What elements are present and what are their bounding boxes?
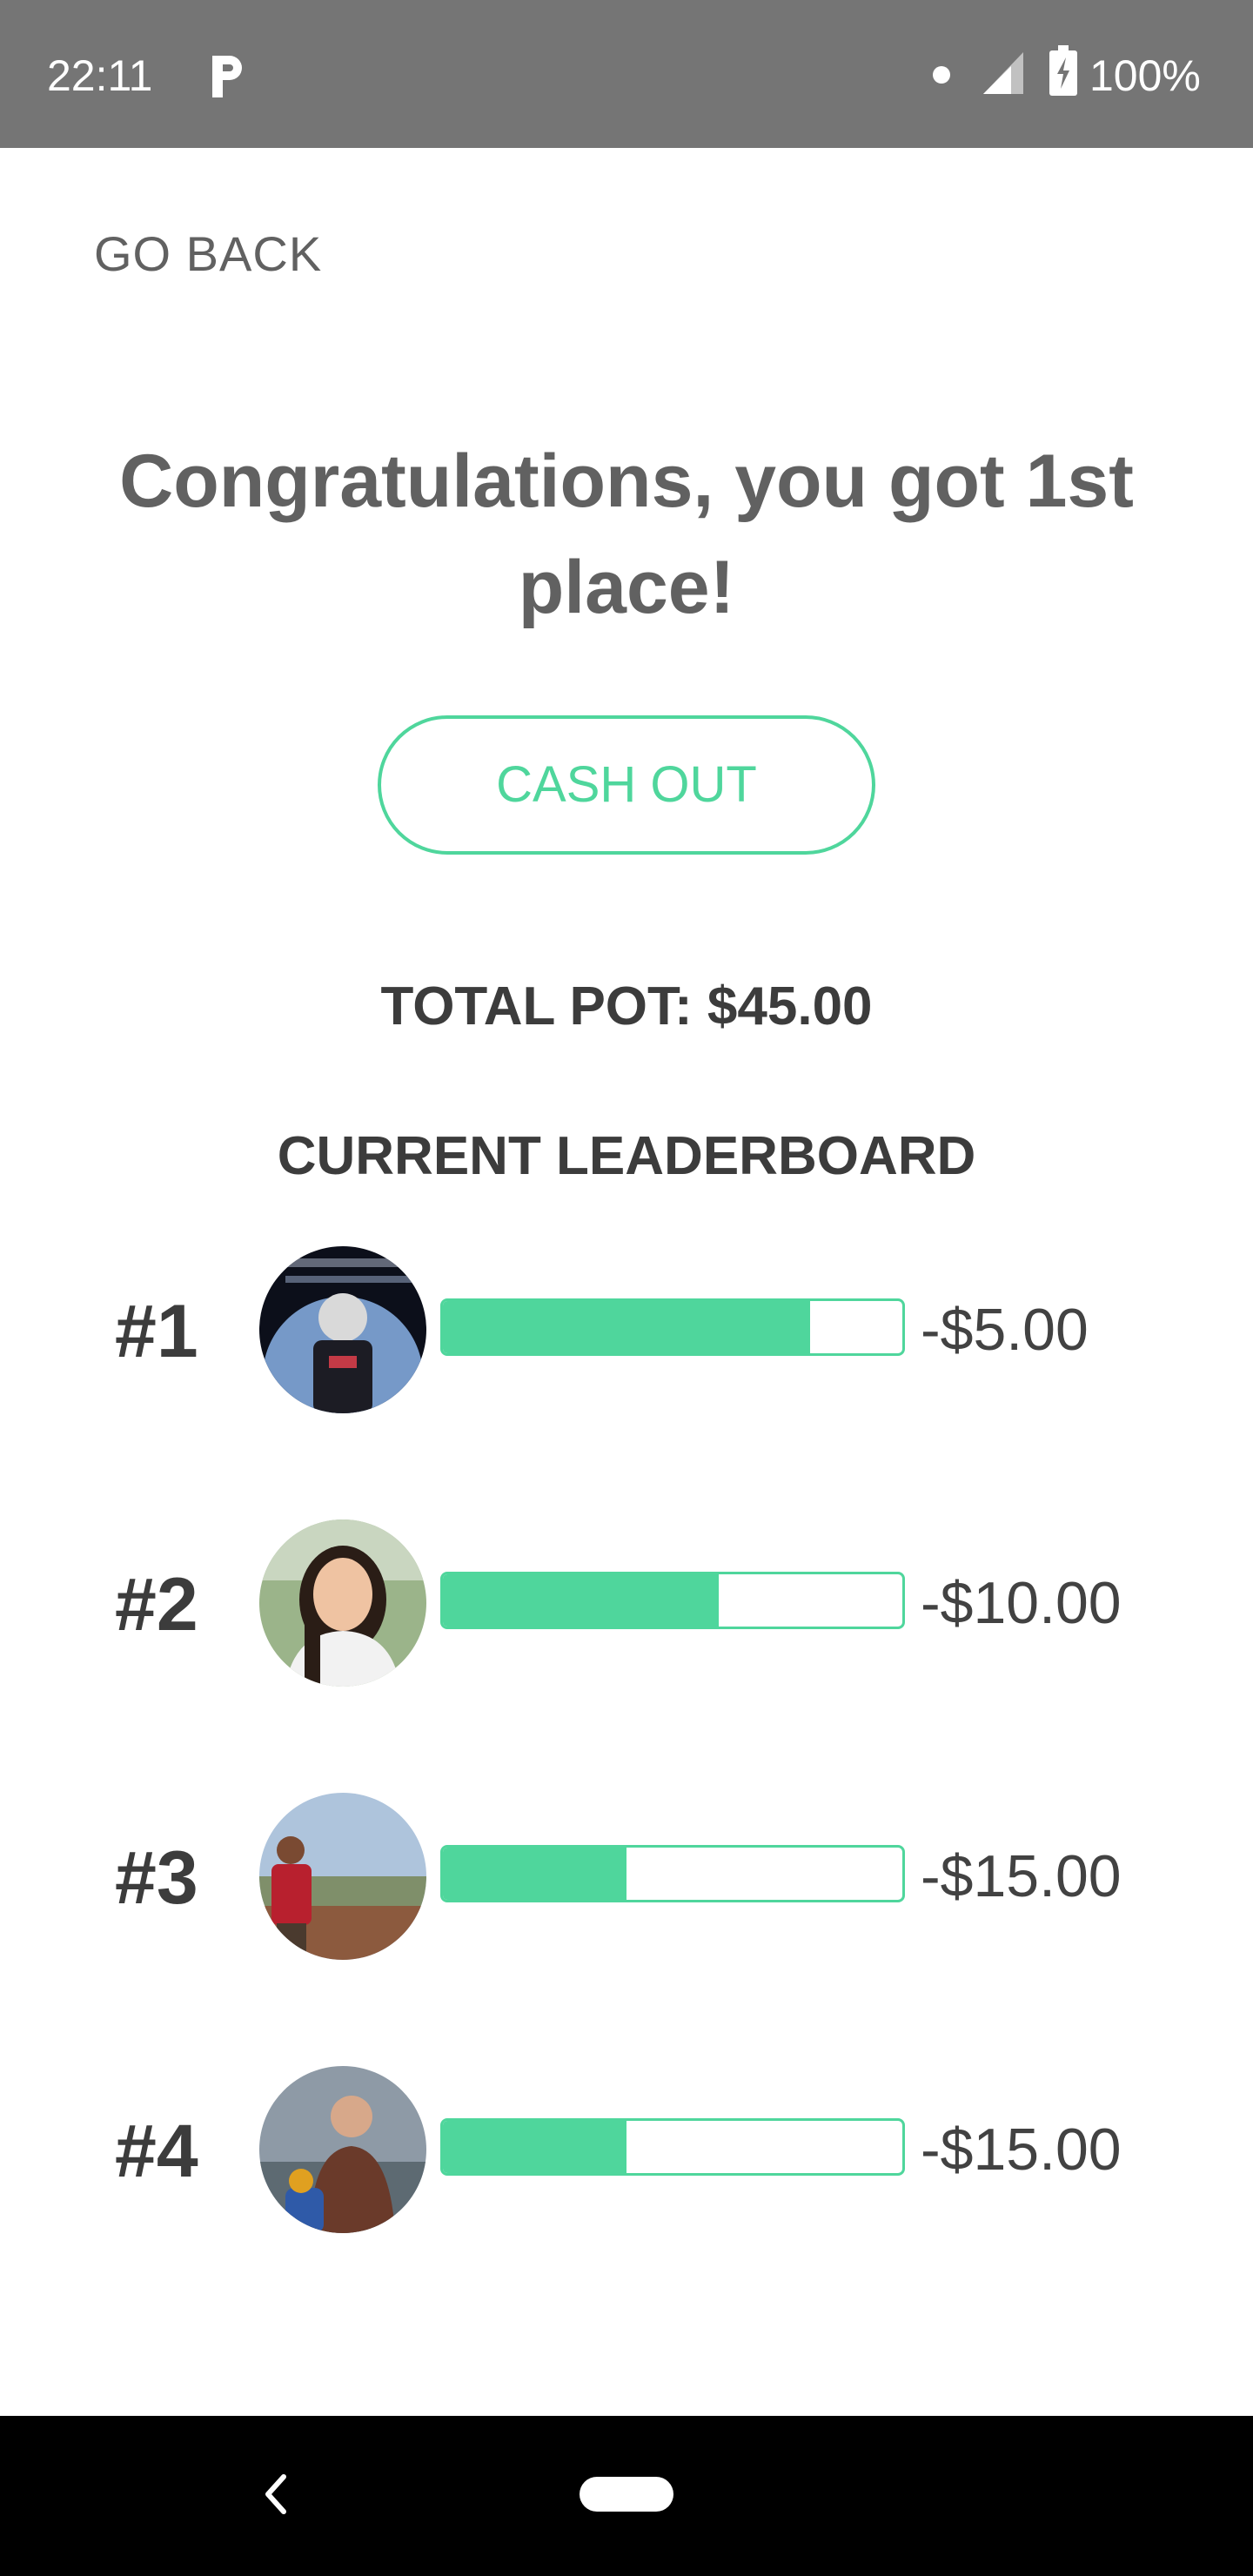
progress-fill [443, 2121, 627, 2173]
avatar [259, 1793, 426, 1960]
progress-bar [440, 1845, 905, 1902]
progress-fill [443, 1574, 719, 1627]
battery-percent: 100% [1089, 51, 1201, 100]
leaderboard-row: #3 -$15.00 [0, 1789, 1253, 1963]
notification-dot-icon [933, 66, 950, 84]
battery-charging-icon [1049, 45, 1077, 96]
amount-label: -$10.00 [921, 1570, 1122, 1636]
p-letter-icon [212, 56, 242, 97]
home-pill-icon[interactable] [580, 2477, 673, 2512]
leaderboard-title: CURRENT LEADERBOARD [277, 1126, 976, 1186]
rank-label: #2 [115, 1563, 198, 1647]
cell-signal-icon [983, 52, 1023, 94]
leaderboard-row: #2 -$10.00 [0, 1516, 1253, 1690]
progress-bar [440, 1298, 905, 1356]
amount-label: -$15.00 [921, 1843, 1122, 1909]
leaderboard-row: #4 -$15.00 [0, 2063, 1253, 2237]
progress-fill [443, 1301, 811, 1353]
amount-label: -$5.00 [921, 1297, 1089, 1363]
avatar [259, 2066, 426, 2233]
rank-label: #1 [115, 1290, 198, 1373]
go-back-button[interactable]: GO BACK [94, 219, 322, 289]
rank-label: #3 [115, 1836, 198, 1920]
status-bar: 22:11 100% [0, 0, 1253, 148]
system-nav-bar [0, 2416, 1253, 2576]
leaderboard-row: #1 -$5.00 [0, 1243, 1253, 1417]
avatar [259, 1246, 426, 1413]
total-pot: TOTAL POT: $45.00 [380, 976, 873, 1036]
rank-label: #4 [115, 2110, 198, 2193]
progress-fill [443, 1848, 627, 1900]
chevron-left-icon[interactable] [258, 2468, 292, 2520]
status-time: 22:11 [47, 51, 153, 100]
screen: 22:11 100% GO BACK Congratulations, you … [0, 0, 1253, 2576]
progress-bar [440, 2118, 905, 2176]
progress-bar [440, 1572, 905, 1629]
avatar [259, 1519, 426, 1687]
cash-out-button[interactable]: CASH OUT [378, 715, 875, 855]
amount-label: -$15.00 [921, 2116, 1122, 2183]
congratulations-headline: Congratulations, you got 1st place! [119, 439, 1134, 629]
